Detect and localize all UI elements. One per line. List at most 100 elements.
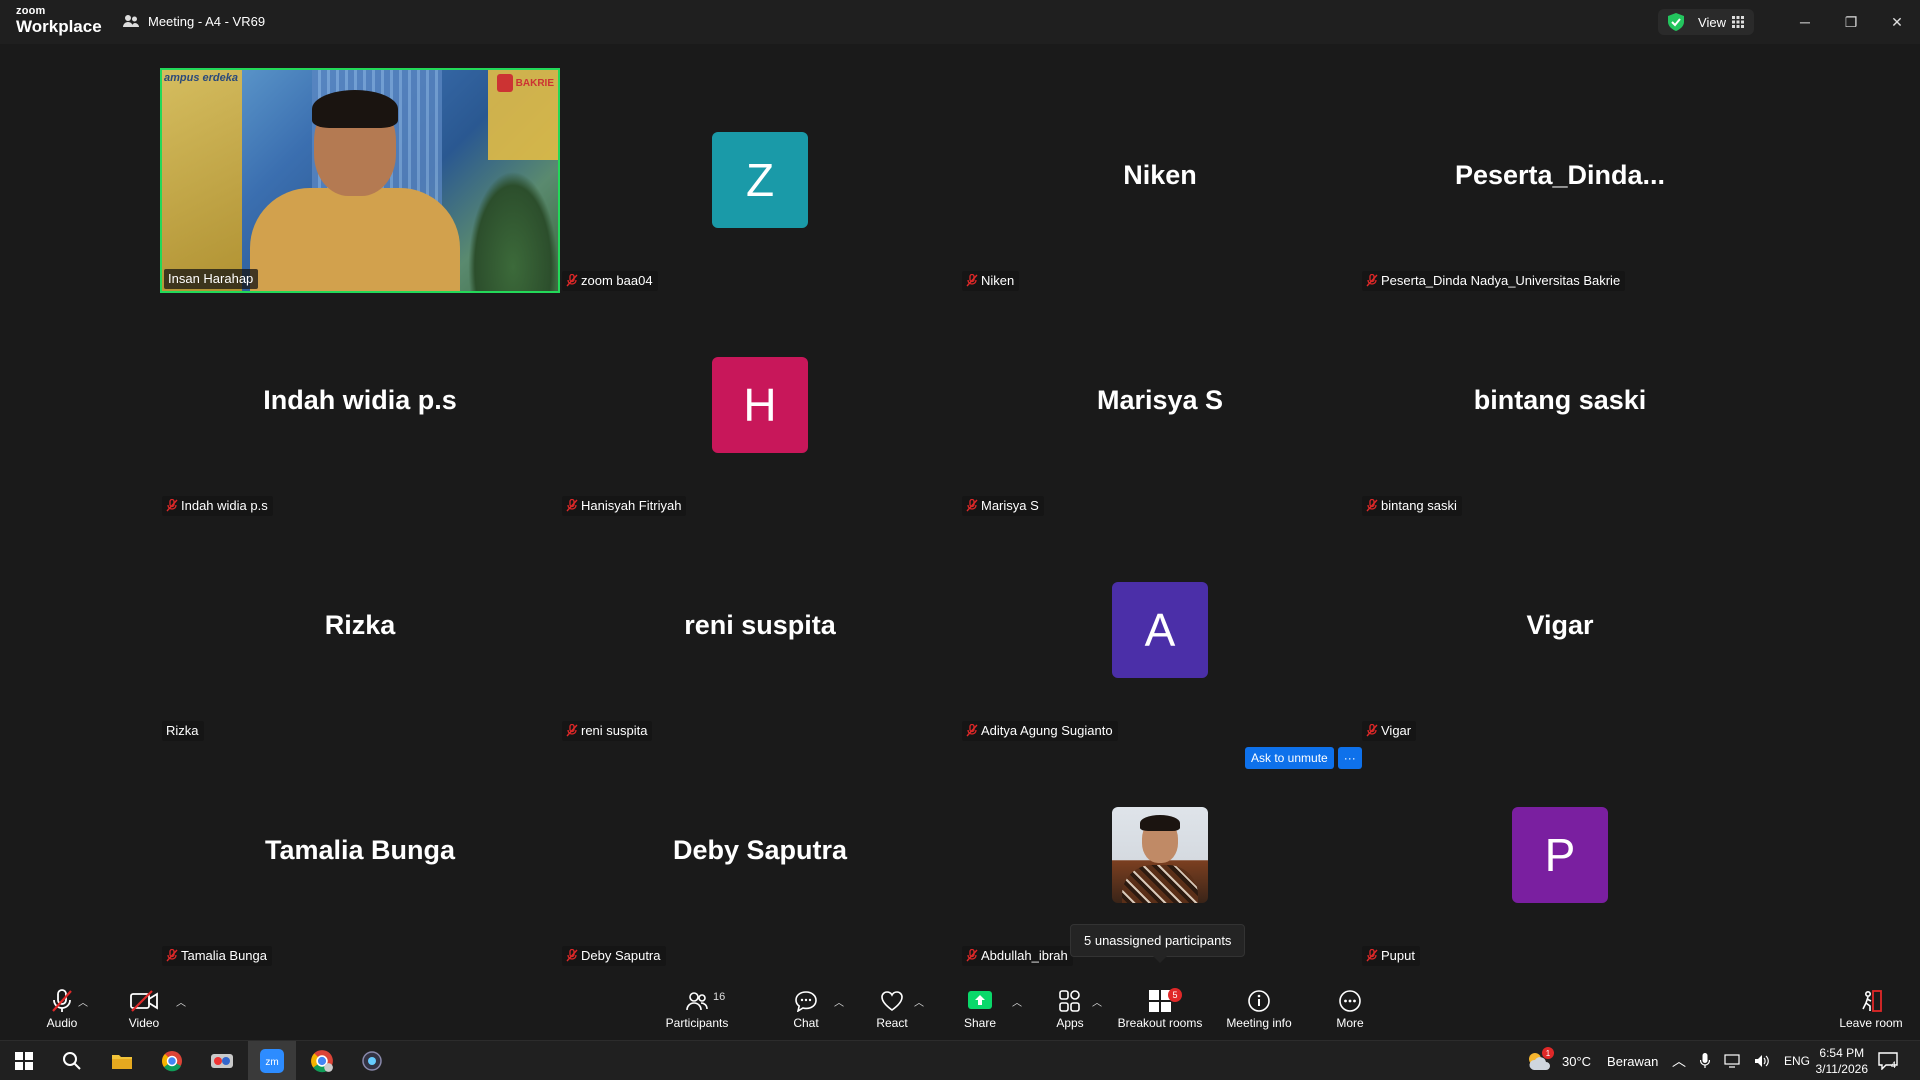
zoom-taskbar-button[interactable]: zm bbox=[248, 1041, 296, 1080]
view-label: View bbox=[1698, 14, 1726, 30]
bakrie-mark-icon bbox=[496, 74, 513, 92]
participant-profile-photo bbox=[1112, 807, 1208, 903]
participant-name-text: Marisya S bbox=[981, 498, 1039, 513]
apps-button[interactable]: Apps bbox=[1046, 988, 1094, 1030]
participant-display-name: Indah widia p.s bbox=[263, 385, 457, 415]
participant-name-text: Aditya Agung Sugianto bbox=[981, 723, 1113, 738]
meeting-title-text: Meeting - A4 - VR69 bbox=[148, 13, 266, 29]
participant-tile[interactable]: A Aditya Agung Sugianto bbox=[960, 518, 1360, 743]
weather-widget[interactable]: 1 30°C Berawan bbox=[1526, 1041, 1658, 1080]
clock[interactable]: 6:54 PM 3/11/2026 bbox=[1816, 1045, 1869, 1077]
clock-date: 3/11/2026 bbox=[1815, 1062, 1869, 1076]
participant-display-name: bintang saski bbox=[1473, 385, 1647, 415]
apps-caret-icon[interactable]: ︿ bbox=[1092, 994, 1102, 1009]
participant-tile[interactable]: Niken Niken bbox=[960, 68, 1360, 293]
participant-tile[interactable]: P Puput bbox=[1360, 743, 1760, 968]
windows-taskbar: zm 1 30°C Berawan ︿ ENG 6:54 PM 3/11/202… bbox=[0, 1040, 1920, 1080]
participant-name-label: Hanisyah Fitriyah bbox=[562, 496, 687, 516]
participant-tile[interactable]: H Hanisyah Fitriyah bbox=[560, 293, 960, 518]
breakout-tooltip: 5 unassigned participants bbox=[1070, 924, 1246, 963]
ask-unmute-group: Ask to unmute ··· bbox=[1245, 747, 1362, 769]
mic-muted-icon bbox=[966, 499, 978, 512]
zoom-icon: zm bbox=[260, 1049, 284, 1073]
network-icon[interactable] bbox=[1724, 1054, 1740, 1068]
camera-app-button[interactable] bbox=[348, 1041, 396, 1080]
participant-name-text: bintang saski bbox=[1381, 498, 1457, 513]
tray-mic-icon[interactable] bbox=[1700, 1053, 1710, 1069]
chat-caret-icon[interactable]: ︿ bbox=[834, 994, 844, 1009]
clock-time: 6:54 PM bbox=[1819, 1046, 1865, 1060]
react-button[interactable]: React bbox=[868, 988, 916, 1030]
more-button[interactable]: More bbox=[1326, 988, 1374, 1030]
share-caret-icon[interactable]: ︿ bbox=[1012, 994, 1022, 1009]
video-button[interactable]: Video bbox=[116, 988, 172, 1030]
participants-group-icon bbox=[123, 15, 139, 27]
camera-app-icon bbox=[362, 1051, 382, 1071]
breakout-label: Breakout rooms bbox=[1117, 1016, 1203, 1030]
language-indicator[interactable]: ENG bbox=[1784, 1054, 1810, 1068]
participant-tile[interactable]: Peserta_Dinda... Peserta_Dinda Nadya_Univ… bbox=[1360, 68, 1760, 293]
zoom-workplace-logo: zoom Workplace bbox=[16, 5, 102, 36]
app-icon-button[interactable] bbox=[198, 1041, 246, 1080]
video-off-icon bbox=[130, 990, 158, 1012]
file-explorer-button[interactable] bbox=[98, 1041, 146, 1080]
participant-name-text: Vigar bbox=[1381, 723, 1412, 738]
participant-tile[interactable]: ampus erdeka BAKRIE Insan Harahap bbox=[160, 68, 560, 293]
close-icon[interactable]: ✕ bbox=[1874, 0, 1920, 44]
participant-tile[interactable]: reni suspita reni suspita bbox=[560, 518, 960, 743]
react-caret-icon[interactable]: ︿ bbox=[914, 994, 924, 1009]
tray-chevron-up-icon[interactable]: ︿ bbox=[1672, 1051, 1686, 1071]
participant-avatar: A bbox=[1112, 582, 1208, 678]
participant-tile[interactable]: Marisya S Marisya S bbox=[960, 293, 1360, 518]
weather-desc: Berawan bbox=[1607, 1053, 1659, 1069]
participant-tile[interactable]: Zzoom baa04 bbox=[560, 68, 960, 293]
volume-icon[interactable] bbox=[1754, 1054, 1770, 1068]
participant-name-label: Marisya S bbox=[962, 496, 1044, 516]
participant-tile[interactable]: Indah widia p.s Indah widia p.s bbox=[160, 293, 560, 518]
participant-name-text: zoom baa04 bbox=[581, 273, 653, 288]
participant-tile[interactable]: Vigar Vigar bbox=[1360, 518, 1760, 743]
participant-name-label: Deby Saputra bbox=[562, 946, 666, 966]
logo-line1: zoom bbox=[16, 5, 46, 17]
breakout-rooms-button[interactable]: Breakout rooms bbox=[1114, 988, 1206, 1030]
grid-view-icon bbox=[1732, 16, 1744, 28]
breakout-badge: 5 bbox=[1168, 988, 1182, 1002]
notification-count: 4 bbox=[1891, 1060, 1897, 1070]
mic-muted-icon bbox=[566, 274, 578, 287]
participant-tile[interactable]: Deby Saputra Deby Saputra bbox=[560, 743, 960, 968]
start-button[interactable] bbox=[0, 1041, 48, 1080]
share-button[interactable]: Share bbox=[956, 988, 1004, 1030]
meeting-info-button[interactable]: Meeting info bbox=[1222, 988, 1296, 1030]
participant-name-text: Abdullah_ibrah bbox=[981, 948, 1068, 963]
security-shield-icon[interactable] bbox=[1668, 13, 1685, 31]
participant-display-name: Rizka bbox=[324, 610, 396, 640]
mic-muted-icon bbox=[166, 499, 178, 512]
view-button[interactable]: View bbox=[1698, 15, 1744, 30]
ask-to-unmute-button[interactable]: Ask to unmute bbox=[1245, 747, 1334, 769]
participant-tile[interactable]: Tamalia Bunga Tamalia Bunga bbox=[160, 743, 560, 968]
chrome-profile-button[interactable] bbox=[298, 1041, 346, 1080]
chat-button[interactable]: Chat bbox=[782, 988, 830, 1030]
react-label: React bbox=[876, 1016, 908, 1030]
chrome-button[interactable] bbox=[148, 1041, 196, 1080]
apps-icon bbox=[1059, 990, 1080, 1012]
participant-display-name: Niken bbox=[1123, 160, 1197, 190]
leave-room-button[interactable]: Leave room bbox=[1834, 988, 1908, 1030]
participant-tile[interactable]: Rizka Rizka bbox=[160, 518, 560, 743]
search-button[interactable] bbox=[48, 1041, 96, 1080]
audio-caret-icon[interactable]: ︿ bbox=[78, 994, 88, 1009]
notification-center-button[interactable]: 4 bbox=[1878, 1041, 1903, 1080]
video-background bbox=[162, 70, 242, 291]
participant-name-label: Insan Harahap bbox=[164, 269, 259, 289]
mic-muted-icon bbox=[166, 949, 178, 962]
minimize-icon[interactable]: ─ bbox=[1782, 0, 1828, 44]
meeting-title[interactable]: Meeting - A4 - VR69 bbox=[122, 13, 265, 29]
participant-name-label: Indah widia p.s bbox=[162, 496, 273, 516]
video-caret-icon[interactable]: ︿ bbox=[176, 994, 186, 1009]
participant-name-text: Hanisyah Fitriyah bbox=[581, 498, 682, 513]
bakrie-logo: BAKRIE bbox=[496, 74, 554, 92]
participant-more-button[interactable]: ··· bbox=[1337, 747, 1362, 769]
restore-icon[interactable]: ❐ bbox=[1828, 0, 1874, 44]
participant-tile[interactable]: bintang saski bintang saski bbox=[1360, 293, 1760, 518]
participant-name-text: Tamalia Bunga bbox=[181, 948, 267, 963]
